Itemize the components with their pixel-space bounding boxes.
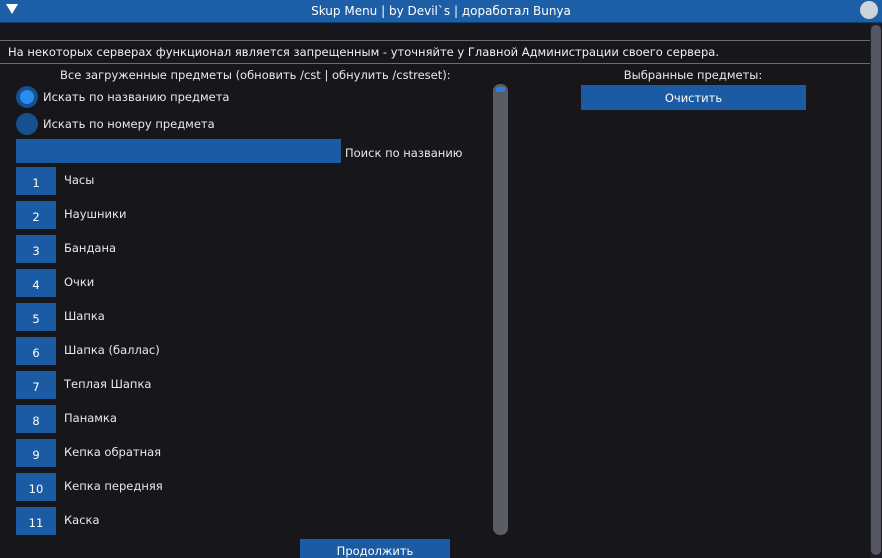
items-scrollbar[interactable] xyxy=(493,84,508,535)
list-item[interactable]: 4 Очки xyxy=(16,269,486,297)
search-by-name-option[interactable]: Искать по названию предмета xyxy=(16,86,229,108)
divider-top xyxy=(0,40,870,41)
item-name: Каска xyxy=(64,513,100,527)
list-item[interactable]: 11 Каска xyxy=(16,507,486,535)
radio-selected-icon[interactable] xyxy=(16,86,38,108)
search-input[interactable] xyxy=(16,139,341,163)
list-item[interactable]: 3 Бандана xyxy=(16,235,486,263)
list-item[interactable]: 7 Теплая Шапка xyxy=(16,371,486,399)
title-bar[interactable]: Skup Menu | by Devil`s | доработал Bunya xyxy=(0,0,882,23)
continue-button[interactable]: Продолжить xyxy=(300,539,450,558)
items-scrollbar-thumb[interactable] xyxy=(496,87,505,92)
item-name: Шапка xyxy=(64,309,105,323)
item-number-button[interactable]: 2 xyxy=(16,201,56,229)
items-list: 1 Часы 2 Наушники 3 Бандана 4 Очки 5 Шап… xyxy=(16,167,486,535)
list-item[interactable]: 1 Часы xyxy=(16,167,486,195)
item-number-button[interactable]: 11 xyxy=(16,507,56,535)
list-item[interactable]: 9 Кепка обратная xyxy=(16,439,486,467)
window-control-icon[interactable] xyxy=(860,1,878,19)
item-name: Наушники xyxy=(64,207,127,221)
divider-bottom xyxy=(0,63,870,64)
window-scrollbar[interactable] xyxy=(870,23,882,558)
loaded-items-header: Все загруженные предметы (обновить /cst … xyxy=(60,68,451,82)
clear-button[interactable]: Очистить xyxy=(581,85,806,110)
item-name: Панамка xyxy=(64,411,117,425)
window-scrollbar-thumb[interactable] xyxy=(871,25,881,555)
list-item[interactable]: 8 Панамка xyxy=(16,405,486,433)
list-item[interactable]: 10 Кепка передняя xyxy=(16,473,486,501)
search-by-number-label: Искать по номеру предмета xyxy=(43,117,215,131)
search-by-number-option[interactable]: Искать по номеру предмета xyxy=(16,113,215,135)
selected-items-header: Выбранные предметы: xyxy=(623,68,763,82)
item-number-button[interactable]: 7 xyxy=(16,371,56,399)
item-name: Бандана xyxy=(64,241,117,255)
item-name: Кепка обратная xyxy=(64,445,162,459)
item-number-button[interactable]: 5 xyxy=(16,303,56,331)
list-item[interactable]: 5 Шапка xyxy=(16,303,486,331)
item-number-button[interactable]: 8 xyxy=(16,405,56,433)
window-title: Skup Menu | by Devil`s | доработал Bunya xyxy=(311,4,571,18)
item-number-button[interactable]: 9 xyxy=(16,439,56,467)
item-name: Очки xyxy=(64,275,95,289)
warning-text: На некоторых серверах функционал являетс… xyxy=(8,45,719,59)
item-number-button[interactable]: 10 xyxy=(16,473,56,501)
search-by-name-label: Искать по названию предмета xyxy=(43,90,230,104)
list-item[interactable]: 6 Шапка (баллас) xyxy=(16,337,486,365)
item-number-button[interactable]: 3 xyxy=(16,235,56,263)
item-number-button[interactable]: 1 xyxy=(16,167,56,195)
item-name: Теплая Шапка xyxy=(64,377,152,391)
search-label: Поиск по названию xyxy=(345,146,463,160)
item-name: Часы xyxy=(64,173,95,187)
list-item[interactable]: 2 Наушники xyxy=(16,201,486,229)
item-number-button[interactable]: 6 xyxy=(16,337,56,365)
item-name: Кепка передняя xyxy=(64,479,163,493)
radio-unselected-icon[interactable] xyxy=(16,113,38,135)
item-name: Шапка (баллас) xyxy=(64,343,160,357)
item-number-button[interactable]: 4 xyxy=(16,269,56,297)
